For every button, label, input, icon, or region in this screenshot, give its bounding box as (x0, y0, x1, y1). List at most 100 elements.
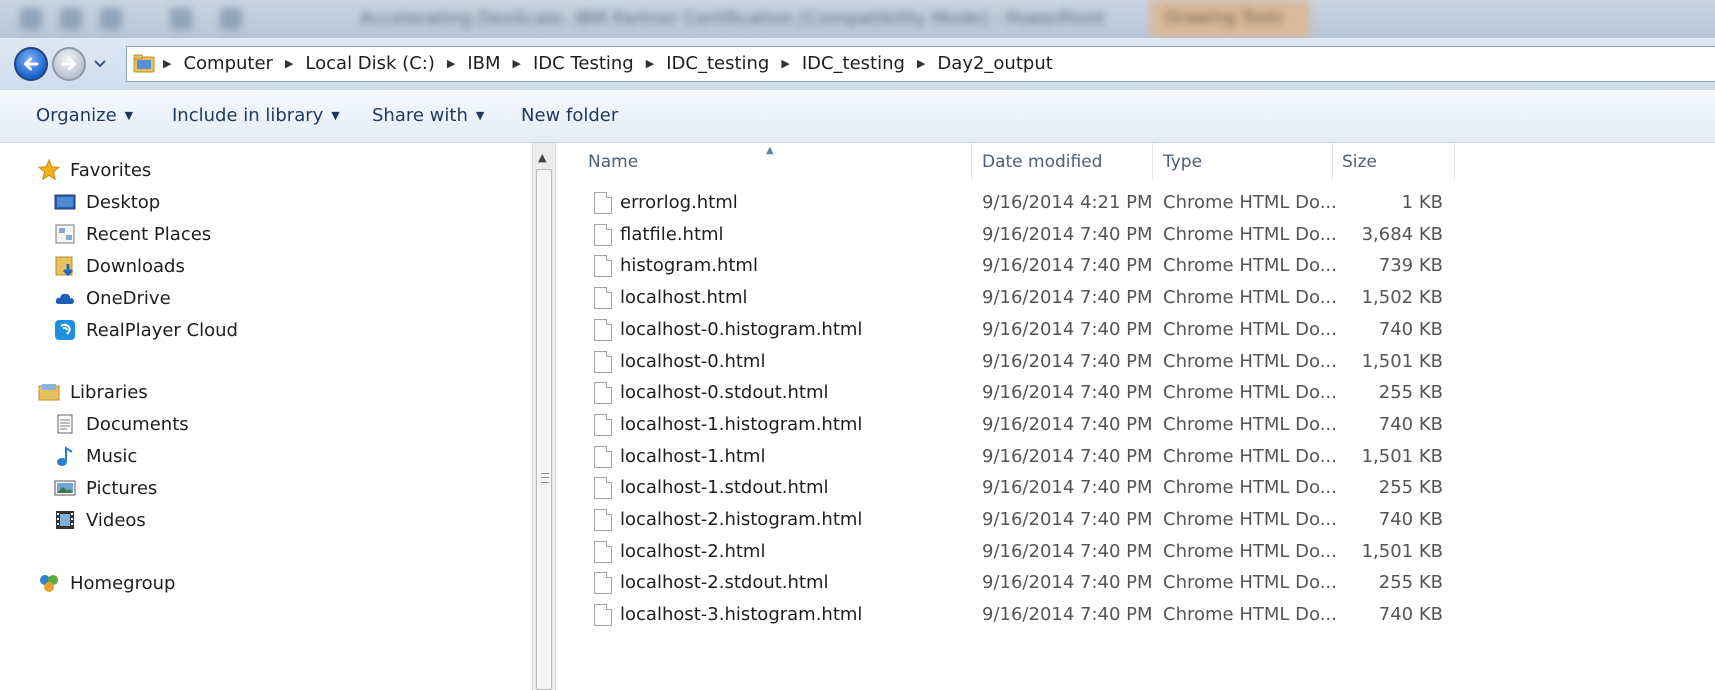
file-name: localhost.html (620, 287, 748, 309)
file-date-modified: 9/16/2014 7:40 PM (982, 255, 1153, 277)
nav-item-pictures[interactable]: Pictures (54, 477, 157, 499)
file-size: 255 KB (1378, 572, 1443, 594)
forward-arrow-icon (61, 57, 76, 71)
navigation-scrollbar[interactable]: ▲ (532, 143, 556, 690)
file-type: Chrome HTML Do... (1163, 477, 1337, 499)
file-name: localhost-0.stdout.html (620, 382, 829, 404)
new-folder-label: New folder (521, 105, 619, 126)
nav-item-label: RealPlayer Cloud (86, 319, 238, 341)
file-row[interactable]: localhost-1.html 9/16/2014 7:40 PM Chrome … (556, 442, 1715, 474)
nav-item-desktop[interactable]: Desktop (54, 191, 160, 213)
customize-icon (220, 8, 242, 30)
nav-libraries-label: Libraries (70, 381, 148, 403)
file-size: 740 KB (1378, 318, 1443, 340)
file-date-modified: 9/16/2014 4:21 PM (982, 192, 1153, 213)
nav-item-music[interactable]: Music (54, 445, 137, 467)
include-in-library-button[interactable]: Include in library ▼ (172, 105, 340, 126)
breadcrumb-separator-icon[interactable]: ▶ (646, 57, 654, 70)
breadcrumb-day2-output[interactable]: Day2_output (937, 53, 1052, 74)
column-header-size-label: Size (1342, 152, 1377, 172)
nav-homegroup[interactable]: Homegroup (38, 572, 175, 594)
file-date-modified: 9/16/2014 7:40 PM (982, 287, 1153, 309)
nav-item-documents[interactable]: Documents (54, 413, 189, 435)
breadcrumb-idc-testing-sub[interactable]: IDC_testing (666, 53, 769, 74)
nav-item-downloads[interactable]: Downloads (54, 255, 185, 277)
file-size: 740 KB (1378, 604, 1443, 626)
new-folder-button[interactable]: New folder (521, 105, 618, 126)
file-row[interactable]: localhost-1.histogram.html 9/16/2014 7:40… (556, 410, 1715, 442)
breadcrumb-separator-icon[interactable]: ▶ (285, 57, 293, 70)
file-name: localhost-3.histogram.html (620, 604, 863, 626)
file-row[interactable]: localhost-2.histogram.html 9/16/2014 7:40… (556, 505, 1715, 537)
nav-item-recent-places[interactable]: Recent Places (54, 223, 211, 245)
file-row[interactable]: localhost-3.histogram.html 9/16/2014 7:40… (556, 600, 1715, 632)
file-row[interactable]: localhost-0.html 9/16/2014 7:40 PM Chrome … (556, 347, 1715, 379)
file-type: Chrome HTML Do... (1163, 287, 1337, 309)
breadcrumb-computer[interactable]: Computer (183, 53, 272, 74)
file-name: localhost-0.histogram.html (620, 318, 863, 340)
file-size: 1,501 KB (1361, 350, 1443, 372)
nav-item-label: Documents (86, 413, 189, 435)
recent-pages-dropdown-icon[interactable] (94, 60, 106, 68)
file-row[interactable]: localhost-1.stdout.html 9/16/2014 7:40 PM… (556, 473, 1715, 505)
undo-icon (100, 8, 122, 30)
pictures-icon (54, 477, 76, 499)
html-file-icon (594, 382, 612, 405)
breadcrumb-separator-icon[interactable]: ▶ (513, 57, 521, 70)
file-size: 739 KB (1378, 255, 1443, 277)
nav-item-onedrive[interactable]: OneDrive (54, 287, 171, 309)
file-type: Chrome HTML Do... (1163, 255, 1337, 277)
breadcrumb-separator-icon[interactable]: ▶ (163, 57, 171, 70)
file-row[interactable]: flatfile.html 9/16/2014 7:40 PM Chrome HTM… (556, 220, 1715, 252)
breadcrumb-idc-testing-sub2[interactable]: IDC_testing (802, 53, 905, 74)
organize-button[interactable]: Organize ▼ (36, 105, 133, 126)
breadcrumb-idc-testing[interactable]: IDC Testing (533, 53, 634, 74)
breadcrumb-ibm[interactable]: IBM (467, 53, 500, 74)
recent-places-icon (54, 223, 76, 245)
share-with-button[interactable]: Share with ▼ (372, 105, 484, 126)
file-name: localhost-2.histogram.html (620, 509, 863, 530)
back-button[interactable] (14, 47, 48, 81)
html-file-icon (594, 350, 612, 373)
file-type: Chrome HTML Do... (1163, 318, 1337, 340)
scrollbar-thumb[interactable] (536, 169, 552, 690)
nav-favorites-label: Favorites (70, 159, 152, 181)
address-bar[interactable]: ▶ Computer ▶ Local Disk (C:) ▶ IBM ▶ IDC… (126, 46, 1715, 82)
html-file-icon (594, 223, 612, 246)
html-file-icon (594, 477, 612, 500)
nav-favorites[interactable]: Favorites (37, 158, 152, 181)
file-name: flatfile.html (620, 223, 724, 245)
breadcrumb-separator-icon[interactable]: ▶ (781, 57, 789, 70)
html-file-icon (594, 287, 612, 310)
breadcrumb-separator-icon[interactable]: ▶ (447, 57, 455, 70)
file-date-modified: 9/16/2014 7:40 PM (982, 445, 1153, 467)
chevron-down-icon: ▼ (331, 109, 340, 122)
file-row[interactable]: localhost-2.html 9/16/2014 7:40 PM Chrome … (556, 537, 1715, 569)
file-size: 740 KB (1378, 413, 1443, 435)
column-header-type[interactable]: Type (1152, 143, 1333, 181)
scroll-up-icon[interactable]: ▲ (538, 151, 546, 164)
breadcrumb-local-disk[interactable]: Local Disk (C:) (305, 53, 434, 74)
file-size: 740 KB (1378, 509, 1443, 530)
file-name: localhost-2.stdout.html (620, 572, 829, 594)
nav-item-videos[interactable]: Videos (54, 509, 146, 531)
forward-button[interactable] (52, 47, 86, 81)
column-header-size[interactable]: Size (1332, 143, 1455, 181)
file-row[interactable]: errorlog.html 9/16/2014 4:21 PM Chrome HTM… (556, 188, 1715, 220)
breadcrumb-separator-icon[interactable]: ▶ (917, 57, 925, 70)
file-row[interactable]: localhost-0.stdout.html 9/16/2014 7:40 PM… (556, 378, 1715, 410)
nav-item-realplayer-cloud[interactable]: RealPlayer Cloud (54, 319, 238, 341)
column-header-name[interactable]: Name ▲ (556, 143, 972, 181)
column-header-date-modified[interactable]: Date modified (971, 143, 1153, 181)
file-row[interactable]: localhost-2.stdout.html 9/16/2014 7:40 PM… (556, 568, 1715, 600)
folder-icon (133, 54, 155, 73)
cloud-icon (54, 287, 76, 309)
file-row[interactable]: histogram.html 9/16/2014 7:40 PM Chrome HT… (556, 251, 1715, 283)
file-row[interactable]: localhost-0.histogram.html 9/16/2014 7:40… (556, 315, 1715, 347)
contextual-tab-label: Drawing Tools (1165, 8, 1283, 28)
file-type: Chrome HTML Do... (1163, 509, 1337, 530)
file-row[interactable]: localhost.html 9/16/2014 7:40 PM Chrome HT… (556, 283, 1715, 315)
html-file-icon (594, 413, 612, 436)
nav-libraries[interactable]: Libraries (38, 381, 148, 403)
file-name: localhost-2.html (620, 540, 766, 562)
